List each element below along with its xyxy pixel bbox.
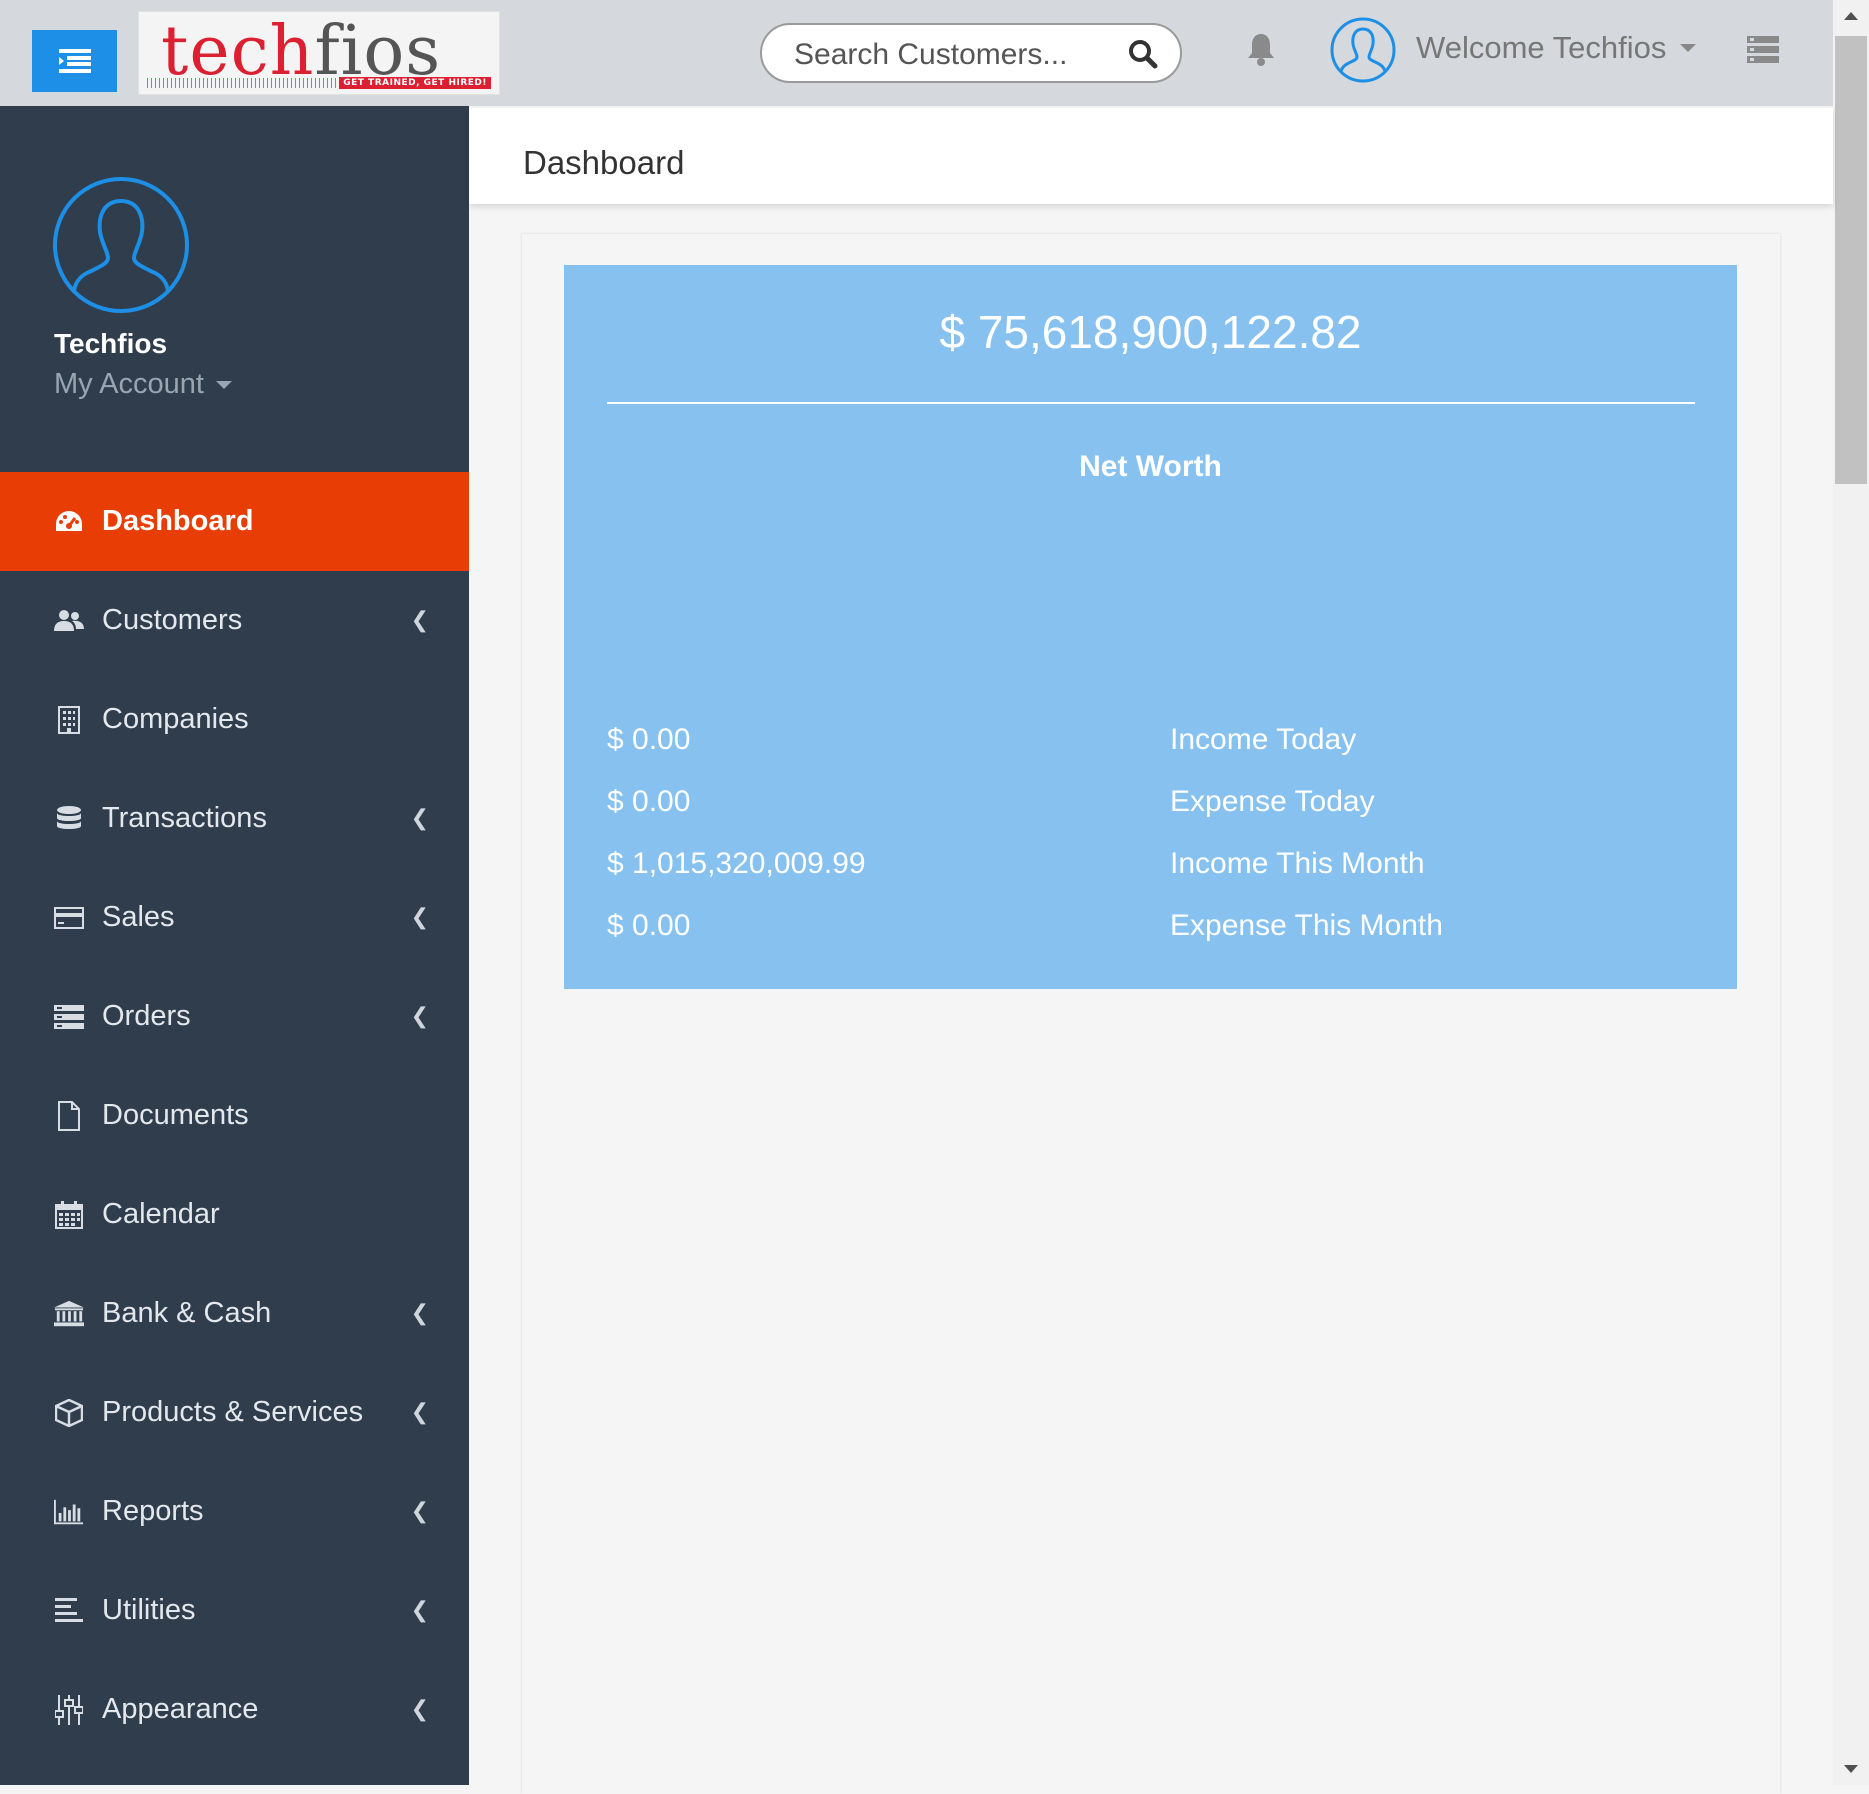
search-input[interactable] bbox=[792, 37, 1116, 73]
stat-expense-this-month: $ 0.00 Expense This Month bbox=[607, 909, 1695, 949]
stat-value: $ 0.00 bbox=[607, 909, 691, 942]
chevron-left-icon: ❮ bbox=[410, 1003, 429, 1028]
server-icon bbox=[54, 1004, 84, 1029]
sidebar: Techfios My Account Dashboard Customers … bbox=[0, 106, 469, 1785]
my-account-label: My Account bbox=[54, 368, 204, 400]
scroll-up-arrow-icon[interactable] bbox=[1844, 12, 1858, 20]
net-worth-label: Net Worth bbox=[1079, 450, 1222, 483]
credit-card-icon bbox=[54, 906, 84, 929]
chevron-left-icon: ❮ bbox=[410, 1399, 429, 1424]
sidebar-item-label: Utilities bbox=[102, 1594, 196, 1626]
page-scrollbar[interactable] bbox=[1833, 0, 1869, 1785]
techfios-logo[interactable]: techfios GET TRAINED, GET HIRED! bbox=[138, 11, 500, 95]
scroll-down-arrow-icon[interactable] bbox=[1844, 1765, 1858, 1773]
sidebar-item-dashboard[interactable]: Dashboard bbox=[0, 472, 469, 571]
stat-value: $ 1,015,320,009.99 bbox=[607, 847, 866, 880]
align-left-icon bbox=[55, 1597, 83, 1622]
net-worth-widget: $ 75,618,900,122.82 Net Worth $ 0.00 Inc… bbox=[564, 265, 1737, 989]
stat-expense-today: $ 0.00 Expense Today bbox=[607, 785, 1695, 825]
file-icon bbox=[58, 1100, 80, 1131]
stat-label: Expense Today bbox=[1170, 785, 1375, 818]
logo-stripes bbox=[147, 78, 347, 88]
customer-search[interactable] bbox=[760, 23, 1182, 83]
sidebar-item-reports[interactable]: Reports ❮ bbox=[0, 1462, 469, 1561]
sidebar-item-sales[interactable]: Sales ❮ bbox=[0, 868, 469, 967]
sliders-icon bbox=[55, 1694, 83, 1725]
stat-label: Income This Month bbox=[1170, 847, 1425, 880]
sidebar-item-orders[interactable]: Orders ❮ bbox=[0, 967, 469, 1066]
logo-wordmark: techfios bbox=[161, 12, 442, 91]
logo-tagline: GET TRAINED, GET HIRED! bbox=[339, 77, 491, 89]
sidebar-item-label: Orders bbox=[102, 1000, 191, 1032]
chevron-left-icon: ❮ bbox=[410, 1696, 429, 1721]
page-header: Dashboard bbox=[469, 108, 1833, 204]
chevron-left-icon: ❮ bbox=[410, 1597, 429, 1622]
sidebar-nav: Dashboard Customers ❮ Companies Transact… bbox=[0, 472, 469, 1759]
chevron-left-icon: ❮ bbox=[410, 607, 429, 632]
sidebar-item-label: Products & Services bbox=[102, 1396, 364, 1428]
sidebar-item-transactions[interactable]: Transactions ❮ bbox=[0, 769, 469, 868]
sidebar-item-label: Documents bbox=[102, 1099, 249, 1131]
sidebar-item-label: Companies bbox=[102, 703, 249, 735]
caret-down-icon bbox=[215, 380, 232, 389]
stat-income-today: $ 0.00 Income Today bbox=[607, 723, 1695, 763]
search-icon[interactable] bbox=[1128, 39, 1158, 69]
net-worth-amount: $ 75,618,900,122.82 bbox=[939, 306, 1362, 358]
sidebar-item-label: Calendar bbox=[102, 1198, 220, 1230]
stat-label: Income Today bbox=[1170, 723, 1357, 756]
stat-value: $ 0.00 bbox=[607, 785, 691, 818]
chevron-left-icon: ❮ bbox=[410, 1300, 429, 1325]
user-menu-toggle[interactable]: Welcome Techfios bbox=[1416, 30, 1697, 66]
sidebar-item-bank-cash[interactable]: Bank & Cash ❮ bbox=[0, 1264, 469, 1363]
top-navbar: techfios GET TRAINED, GET HIRED! Welcome… bbox=[0, 0, 1833, 106]
calendar-icon bbox=[55, 1200, 83, 1229]
sidebar-item-label: Reports bbox=[102, 1495, 204, 1527]
welcome-text: Welcome Techfios bbox=[1416, 30, 1667, 65]
sidebar-toggle-button[interactable] bbox=[32, 30, 117, 92]
user-avatar-icon[interactable] bbox=[1330, 17, 1396, 83]
sidebar-item-documents[interactable]: Documents bbox=[0, 1066, 469, 1165]
sidebar-item-label: Transactions bbox=[102, 802, 267, 834]
sidebar-item-customers[interactable]: Customers ❮ bbox=[0, 571, 469, 670]
users-icon bbox=[54, 609, 84, 631]
sidebar-item-utilities[interactable]: Utilities ❮ bbox=[0, 1561, 469, 1660]
stat-label: Expense This Month bbox=[1170, 909, 1443, 942]
dashboard-icon bbox=[56, 510, 82, 531]
sidebar-item-label: Sales bbox=[102, 901, 175, 933]
bar-chart-icon bbox=[54, 1499, 84, 1524]
database-icon bbox=[57, 805, 81, 829]
right-sidebar-toggle-icon[interactable] bbox=[1747, 36, 1779, 64]
stat-value: $ 0.00 bbox=[607, 723, 691, 756]
my-account-dropdown[interactable]: My Account bbox=[54, 368, 232, 401]
sidebar-item-label: Appearance bbox=[102, 1693, 259, 1725]
building-icon bbox=[58, 705, 80, 734]
stat-income-this-month: $ 1,015,320,009.99 Income This Month bbox=[607, 847, 1695, 887]
profile-name: Techfios bbox=[54, 328, 168, 359]
menu-icon bbox=[58, 49, 91, 73]
notification-bell-icon[interactable] bbox=[1246, 32, 1276, 66]
profile-avatar-icon[interactable] bbox=[52, 176, 190, 314]
page-title: Dashboard bbox=[523, 144, 685, 181]
sidebar-item-companies[interactable]: Companies bbox=[0, 670, 469, 769]
divider bbox=[607, 402, 1695, 404]
caret-down-icon bbox=[1680, 44, 1697, 52]
sidebar-item-products-services[interactable]: Products & Services ❮ bbox=[0, 1363, 469, 1462]
chevron-left-icon: ❮ bbox=[410, 805, 429, 830]
sidebar-item-calendar[interactable]: Calendar bbox=[0, 1165, 469, 1264]
sidebar-item-label: Dashboard bbox=[102, 505, 254, 537]
chevron-left-icon: ❮ bbox=[410, 904, 429, 929]
scrollbar-thumb[interactable] bbox=[1835, 36, 1867, 484]
sidebar-item-label: Bank & Cash bbox=[102, 1297, 272, 1329]
chevron-left-icon: ❮ bbox=[410, 1498, 429, 1523]
sidebar-item-appearance[interactable]: Appearance ❮ bbox=[0, 1660, 469, 1759]
cube-icon bbox=[55, 1398, 83, 1427]
sidebar-item-label: Customers bbox=[102, 604, 243, 636]
bank-icon bbox=[54, 1300, 84, 1326]
